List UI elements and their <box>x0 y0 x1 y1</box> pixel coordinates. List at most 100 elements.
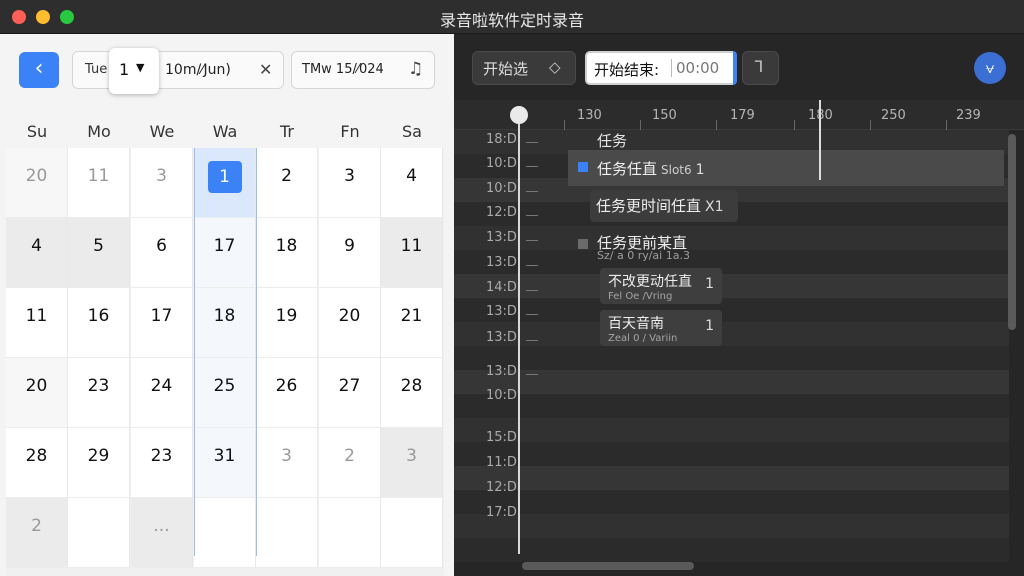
calendar-day[interactable]: 4 <box>381 148 443 218</box>
task-color-swatch <box>578 162 588 172</box>
task-count: 1 <box>705 318 714 334</box>
calendar-day[interactable]: 20 <box>6 148 68 218</box>
row-tick <box>526 314 538 315</box>
selected-column-border-left <box>194 148 195 556</box>
hook-icon: ᒣ <box>754 58 764 76</box>
calendar-day-today[interactable]: 1 <box>194 148 256 218</box>
filter-label: Tue <box>85 62 108 77</box>
end-time-label: 开始结束: <box>594 61 660 79</box>
task-sublabel: Slot6 <box>661 163 692 177</box>
calendar-day[interactable]: 11 <box>381 218 443 288</box>
calendar-day[interactable]: 3 <box>256 428 318 498</box>
calendar-day[interactable]: 3 <box>131 148 193 218</box>
row-time-label: 11:D <box>486 455 517 470</box>
row-tick <box>526 374 538 375</box>
snap-button[interactable]: ᒣ <box>742 51 779 85</box>
calendar-day[interactable] <box>381 498 443 568</box>
horizontal-scrollbar[interactable] <box>522 562 694 570</box>
row-time-label: 10:D <box>486 181 517 196</box>
calendar-day[interactable]: 6 <box>131 218 193 288</box>
calendar-day[interactable]: 2 <box>319 428 381 498</box>
calendar-day[interactable]: 3 <box>381 428 443 498</box>
diamond-icon: ◇ <box>549 58 561 76</box>
calendar-day[interactable]: 24 <box>131 358 193 428</box>
row-time-label: 15:D <box>486 430 517 445</box>
calendar-day[interactable]: 5 <box>68 218 130 288</box>
calendar-day-more[interactable]: ... <box>131 498 193 568</box>
task-chip[interactable]: 百天音南 Zeal 0 / Variin 1 <box>600 310 722 346</box>
calendar-day[interactable]: 4 <box>6 218 68 288</box>
playhead-handle[interactable] <box>510 106 528 124</box>
calendar-day[interactable]: 11 <box>6 288 68 358</box>
start-select-button[interactable]: 开始选 ◇ <box>472 51 576 85</box>
day-dropdown[interactable]: 1 ▼ <box>109 48 159 94</box>
task-sublabel: Sz/ a 0 ry/ai 1a.3 <box>597 249 690 262</box>
calendar-day[interactable]: 3 <box>319 148 381 218</box>
ruler-tickmark <box>716 120 717 130</box>
track-row <box>454 250 1009 274</box>
ruler-tickmark <box>794 120 795 130</box>
calendar-day[interactable] <box>68 498 130 568</box>
start-select-label: 开始选 <box>483 60 529 78</box>
track-row <box>454 442 1009 466</box>
calendar-grid: 20 11 3 1 2 3 4 4 5 6 17 18 9 11 11 16 1… <box>6 148 444 576</box>
row-tick <box>526 240 538 241</box>
task-chip[interactable]: 不改更动任直 Fel Oe /Vring 1 <box>600 268 722 304</box>
vertical-scrollbar[interactable] <box>1008 134 1016 330</box>
end-time-value[interactable]: 00:00 <box>671 59 719 77</box>
calendar-day[interactable]: 20 <box>6 358 68 428</box>
task-label: 任务更时间任直 <box>596 197 702 215</box>
row-time-label: 10:D <box>486 388 517 403</box>
track-row <box>454 322 1009 346</box>
calendar-day[interactable]: 27 <box>319 358 381 428</box>
weekday-label: Tr <box>280 122 294 141</box>
row-time-label: 17:D <box>486 505 517 520</box>
row-tick <box>526 215 538 216</box>
calendar-day[interactable]: 29 <box>68 428 130 498</box>
calendar-day[interactable]: 25 <box>194 358 256 428</box>
close-icon[interactable]: ✕ <box>259 60 272 79</box>
calendar-day[interactable]: 11 <box>68 148 130 218</box>
weekday-label: Mo <box>87 122 111 141</box>
calendar-day[interactable]: 19 <box>256 288 318 358</box>
task-item[interactable]: 任务任直 Slot6 1 <box>597 158 705 179</box>
row-time-label: 12:D <box>486 480 517 495</box>
task-label: 任务任直 <box>597 160 658 178</box>
calendar-panel: ‹ Tue 1 ▼ 10m/⁄Jun) ✕ TMw 15/⁄024 ♫ Su M… <box>0 34 454 576</box>
calendar-day[interactable]: 28 <box>6 428 68 498</box>
calendar-day[interactable]: 17 <box>194 218 256 288</box>
track-row <box>454 466 1009 490</box>
task-item[interactable]: 任务更时间任直 X1 <box>590 190 738 222</box>
task-sublabel: Zeal 0 / Variin <box>608 333 678 344</box>
calendar-day[interactable] <box>194 498 256 568</box>
ruler-tick: 179 <box>730 108 755 123</box>
timezone-selector[interactable]: TMw 15/⁄024 ♫ <box>291 51 435 89</box>
calendar-day[interactable]: 18 <box>194 288 256 358</box>
collapse-icon[interactable]: ⩝ <box>974 52 1006 84</box>
back-button[interactable]: ‹ <box>19 52 59 88</box>
calendar-day[interactable] <box>256 498 318 568</box>
calendar-day[interactable] <box>319 498 381 568</box>
date-filter[interactable]: Tue 1 ▼ 10m/⁄Jun) ✕ <box>72 48 284 94</box>
day-dropdown-value: 1 <box>119 60 130 79</box>
ruler-tick: 239 <box>956 108 981 123</box>
calendar-day[interactable]: 2 <box>256 148 318 218</box>
calendar-day[interactable]: 21 <box>381 288 443 358</box>
calendar-day[interactable]: 20 <box>319 288 381 358</box>
calendar-day[interactable]: 17 <box>131 288 193 358</box>
calendar-day[interactable]: 28 <box>381 358 443 428</box>
task-count: 1 <box>705 276 714 292</box>
calendar-day[interactable]: 2 <box>6 498 68 568</box>
calendar-day[interactable]: 23 <box>131 428 193 498</box>
track-row <box>454 274 1009 298</box>
ruler-tick: 250 <box>881 108 906 123</box>
end-time-field[interactable]: 开始结束: 00:00 <box>585 51 737 85</box>
calendar-day[interactable]: 26 <box>256 358 318 428</box>
calendar-day[interactable]: 23 <box>68 358 130 428</box>
calendar-day[interactable]: 9 <box>319 218 381 288</box>
calendar-day[interactable]: 18 <box>256 218 318 288</box>
ruler-tickmark <box>870 120 871 130</box>
weekday-label: Fn <box>340 122 360 141</box>
calendar-day[interactable]: 16 <box>68 288 130 358</box>
calendar-day[interactable]: 31 <box>194 428 256 498</box>
